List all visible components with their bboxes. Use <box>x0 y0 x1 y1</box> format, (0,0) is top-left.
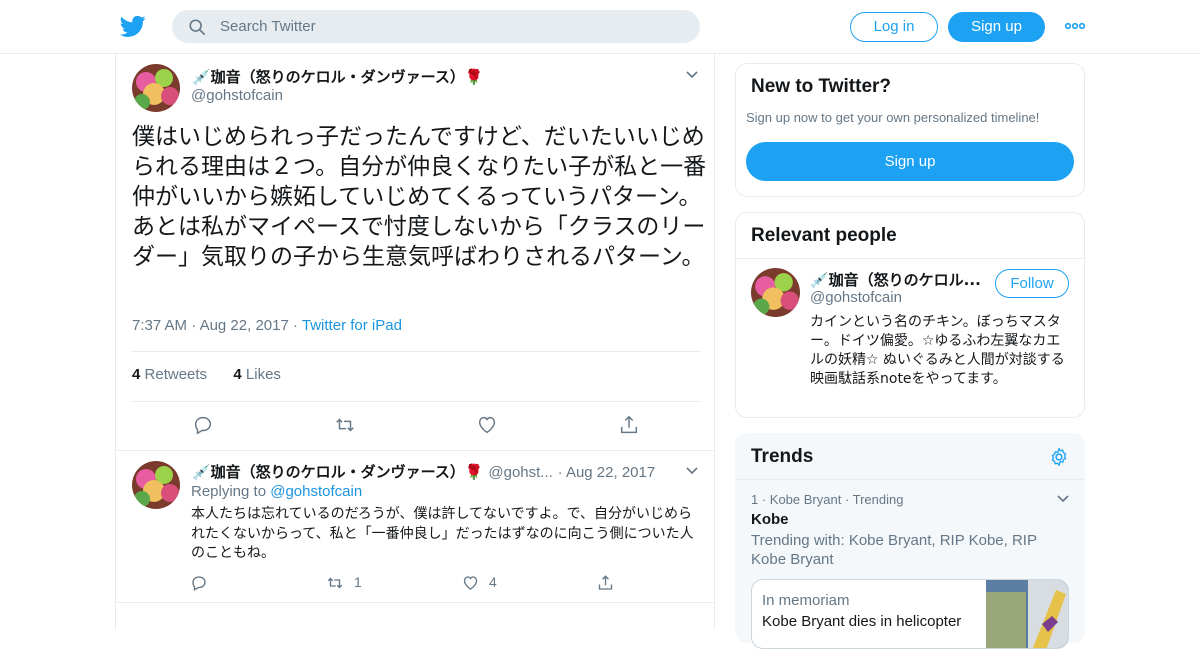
trends-card: Trends 1 · Kobe Bryant · Trending Kobe T… <box>735 433 1085 649</box>
display-name[interactable]: 💉珈音（怒りのケロル・ダンヴァース）🌹 <box>192 68 484 86</box>
retweets-stat[interactable]: 4 Retweets <box>132 366 207 383</box>
chevron-down-icon[interactable] <box>685 466 699 476</box>
avatar[interactable] <box>132 461 180 509</box>
tweet-time[interactable]: 7:37 AM <box>132 317 187 334</box>
follow-button[interactable]: Follow <box>995 269 1069 298</box>
reply-actions: 1 4 <box>116 574 716 594</box>
reply-icon[interactable] <box>192 414 214 436</box>
trend-news-card[interactable]: In memoriam Kobe Bryant dies in helicopt… <box>751 579 1069 649</box>
trend-with: Trending with: Kobe Bryant, RIP Kobe, RI… <box>751 532 1037 568</box>
chevron-down-icon[interactable] <box>1056 494 1070 504</box>
divider <box>131 401 701 402</box>
divider <box>116 450 714 451</box>
chevron-down-icon[interactable] <box>685 70 699 80</box>
tweet-meta: 7:37 AM · Aug 22, 2017 · Twitter for iPa… <box>132 317 402 334</box>
tweet-actions <box>116 414 716 438</box>
card-subtitle: Sign up now to get your own personalized… <box>746 110 1040 125</box>
retweet-icon[interactable] <box>325 574 345 592</box>
relevant-people-card: Relevant people 💉珈音（怒りのケロル... @gohstofca… <box>735 212 1085 418</box>
reply-icon[interactable] <box>190 574 208 592</box>
trend-meta: 1 · Kobe Bryant · Trending <box>751 492 904 507</box>
search-input[interactable] <box>220 10 680 43</box>
share-icon[interactable] <box>618 414 640 436</box>
reply-handle[interactable]: @gohst... <box>488 464 552 481</box>
reply-text: 本人たちは忘れているのだろうが、僕は許してないですよ。で、自分がいじめられたくな… <box>191 506 694 561</box>
author-name[interactable]: 💉珈音（怒りのケロル・ダンヴァース）🌹 <box>192 66 484 87</box>
tweet-text: 僕はいじめられっ子だったんですけど、だいたいいじめられる理由は２つ。自分が仲良く… <box>132 124 707 270</box>
likes-count: 4 <box>233 366 242 383</box>
retweet-icon[interactable] <box>334 414 356 436</box>
more-dots-icon[interactable] <box>1064 19 1086 33</box>
person-bio: カインという名のチキン。ぼっちマスター。ドイツ偏愛。☆ゆるふわ左翼なカエルの妖精… <box>810 314 1065 387</box>
divider <box>131 351 701 352</box>
retweets-count: 4 <box>132 366 141 383</box>
retweet-count: 1 <box>354 574 362 590</box>
card-title: New to Twitter? <box>751 76 892 97</box>
reply-date[interactable]: Aug 22, 2017 <box>566 464 655 481</box>
signup-button[interactable]: Sign up <box>948 12 1045 42</box>
author-handle[interactable]: @gohstofcain <box>191 87 283 104</box>
likes-stat[interactable]: 4 Likes <box>233 366 281 383</box>
login-button[interactable]: Log in <box>850 12 938 42</box>
news-headline: Kobe Bryant dies in helicopter <box>762 613 962 630</box>
share-icon[interactable] <box>596 574 615 592</box>
news-thumbnail <box>986 580 1068 648</box>
meta-separator: · <box>292 317 302 334</box>
avatar[interactable] <box>751 268 800 317</box>
news-label: In memoriam <box>762 592 850 609</box>
avatar[interactable] <box>132 64 180 112</box>
sidebar-signup-button[interactable]: Sign up <box>746 142 1074 181</box>
search-icon <box>189 19 206 36</box>
tweet-stats: 4 Retweets 4 Likes <box>132 366 281 383</box>
replying-prefix: Replying to <box>191 483 267 500</box>
meta-separator: · <box>191 317 200 334</box>
new-to-twitter-card: New to Twitter? Sign up now to get your … <box>735 63 1085 197</box>
top-bar: Log in Sign up <box>0 0 1200 54</box>
replying-handle-link[interactable]: @gohstofcain <box>270 483 362 500</box>
like-icon[interactable] <box>476 414 498 436</box>
divider <box>736 258 1084 259</box>
tweet-source-link[interactable]: Twitter for iPad <box>302 317 402 334</box>
twitter-bird-icon[interactable] <box>120 13 146 39</box>
reply-author-line: 💉珈音（怒りのケロル・ダンヴァース）🌹 @gohst... · Aug 22, … <box>192 461 655 482</box>
search-box[interactable] <box>172 10 700 43</box>
gear-icon[interactable] <box>1049 447 1069 467</box>
tweet-date[interactable]: Aug 22, 2017 <box>200 317 289 334</box>
person-handle[interactable]: @gohstofcain <box>810 289 902 306</box>
divider <box>736 479 1084 480</box>
person-name[interactable]: 💉珈音（怒りのケロル... <box>810 269 985 290</box>
like-count: 4 <box>489 574 497 590</box>
trend-name[interactable]: Kobe <box>751 511 789 528</box>
replying-to: Replying to @gohstofcain <box>191 483 362 500</box>
like-icon[interactable] <box>461 574 480 592</box>
card-title: Trends <box>751 446 814 467</box>
meta-separator: · <box>557 464 566 481</box>
main-column: 💉珈音（怒りのケロル・ダンヴァース）🌹 @gohstofcain 僕はいじめられ… <box>115 54 715 630</box>
likes-label: Likes <box>245 366 281 383</box>
retweets-label: Retweets <box>144 366 208 383</box>
divider <box>116 602 714 603</box>
display-name[interactable]: 💉珈音（怒りのケロル・ダンヴァース）🌹 <box>192 463 484 481</box>
card-title: Relevant people <box>751 225 897 246</box>
